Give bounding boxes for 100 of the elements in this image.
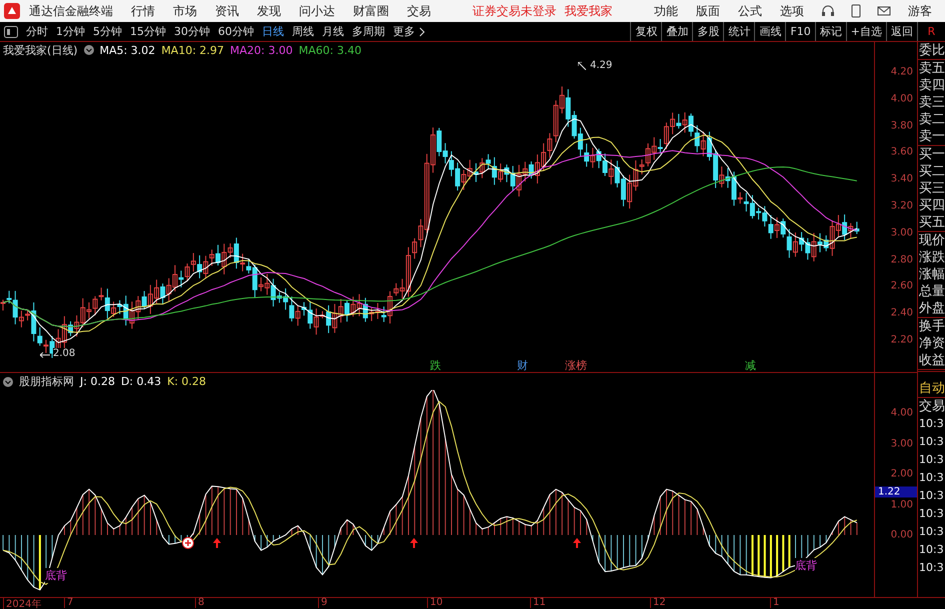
period-tab[interactable]: 周线 [288, 24, 318, 39]
quote-field-label: 买五 [918, 214, 945, 231]
quote-field-label: 总量 [918, 283, 945, 300]
date-axis-label: 2024年 [3, 597, 42, 609]
trade-time: 10:3 [918, 506, 945, 522]
menu-item[interactable]: 版面 [687, 2, 729, 20]
ma-value: MA5: 3.02 [100, 44, 156, 56]
period-tab[interactable]: 30分钟 [170, 24, 214, 39]
signal-label: 减 [745, 358, 756, 373]
logo-icon [4, 3, 20, 19]
period-tab[interactable]: 5分钟 [89, 24, 126, 39]
indicator-name: 股朋指标网 [19, 374, 74, 389]
menu-item[interactable]: 资讯 [206, 2, 248, 20]
quote-field-label: 卖一 [918, 128, 945, 145]
dropdown-icon[interactable] [84, 45, 94, 55]
toolbar-button[interactable]: +自选 [846, 22, 886, 41]
ma-value: MA20: 3.00 [230, 44, 293, 56]
period-tab[interactable]: 1分钟 [52, 24, 89, 39]
menu-item[interactable]: 交易 [398, 2, 440, 20]
quote-field-label: 买三 [918, 180, 945, 197]
axis-label: 3.80 [890, 120, 913, 132]
more-tab[interactable]: 更多 [389, 24, 419, 39]
cursor-value-label: 1.22 [875, 486, 917, 498]
ma-value: MA10: 2.97 [161, 44, 224, 56]
axis-label: 2.40 [890, 308, 913, 319]
phone-icon[interactable] [851, 4, 861, 18]
trade-time: 10:3 [918, 416, 945, 432]
login-status-link[interactable]: 证券交易未登录 [468, 2, 560, 20]
quote-field-label: 卖二 [918, 111, 945, 128]
period-tab[interactable]: 月线 [318, 24, 348, 39]
date-axis-label: 8 [195, 597, 204, 608]
indicator-value: D: 0.43 [120, 375, 162, 388]
mail-icon[interactable] [877, 5, 891, 17]
quote-field-label: 卖四 [918, 77, 945, 94]
axis-label: 3.40 [890, 174, 913, 185]
period-tab[interactable]: 60分钟 [214, 24, 258, 39]
menu-item[interactable]: 公式 [729, 2, 771, 20]
toolbar-button[interactable]: 标记 [814, 22, 846, 41]
user-label[interactable]: 游客 [899, 2, 941, 20]
menu-item[interactable]: 财富圈 [344, 2, 398, 20]
toolbar-button[interactable]: 叠加 [661, 22, 692, 41]
low-price-label: 2.08 [53, 348, 76, 359]
account-link[interactable]: 我爱我家 [560, 2, 616, 20]
indicator-value: J: 0.28 [80, 375, 115, 388]
quote-field-label: 涨幅 [918, 266, 945, 283]
period-tab[interactable]: 多周期 [348, 24, 389, 39]
high-price-label: 4.29 [590, 60, 612, 71]
quote-field-label: 收益 [918, 352, 945, 369]
corner-button[interactable]: R [917, 22, 945, 41]
toolbar-button[interactable]: 统计 [723, 22, 754, 41]
toolbar-button[interactable]: 多股 [692, 22, 724, 41]
menu-item[interactable]: 功能 [645, 2, 687, 20]
period-tab[interactable]: 分时 [22, 24, 52, 39]
panel-toggle-icon[interactable] [4, 26, 18, 38]
axis-label: 3.20 [890, 200, 913, 212]
quote-field-label: 买二 [918, 163, 945, 180]
toolbar-button[interactable]: 画线 [754, 22, 786, 41]
auto-label[interactable]: 自动 [918, 380, 945, 397]
period-tab[interactable]: 15分钟 [126, 24, 170, 39]
left-arrow-icon [40, 352, 50, 358]
signal-label: 涨榜 [565, 358, 587, 373]
indicator-value: K: 0.28 [167, 375, 206, 388]
menu-item[interactable]: 市场 [164, 2, 206, 20]
dropdown-icon[interactable] [3, 376, 13, 386]
trade-time: 10:3 [918, 542, 945, 558]
quote-field-label: 涨跌 [918, 249, 945, 266]
quote-field-label: 外盘 [918, 300, 945, 317]
quote-field-label: 换手 [918, 318, 945, 335]
plus-circle-icon [182, 537, 194, 549]
app-title: 通达信金融终端 [28, 2, 114, 20]
menu-item[interactable]: 选项 [771, 2, 813, 20]
quote-field-label: 卖五 [918, 60, 945, 77]
menu-item[interactable]: 行情 [122, 2, 164, 20]
date-axis-label: 10 [427, 597, 443, 608]
toolbar-button[interactable]: 返回 [886, 22, 917, 41]
diagonal-arrow-icon [578, 62, 586, 70]
date-axis-label: 7 [64, 597, 74, 608]
date-axis-label: 1 [770, 597, 780, 608]
menu-item[interactable]: 问小达 [290, 2, 344, 20]
quote-field-label: 卖三 [918, 94, 945, 111]
chevron-right-icon [419, 26, 425, 36]
headset-icon[interactable] [821, 4, 835, 18]
trade-label: 交易 [918, 398, 945, 415]
axis-label: 4.20 [890, 66, 913, 78]
quote-field-label: 买一 [918, 146, 945, 163]
signal-label: 跌 [430, 358, 441, 373]
up-arrow-icon [573, 538, 581, 548]
axis-label: 2.60 [890, 280, 913, 292]
axis-label: 2.20 [890, 334, 913, 346]
axis-label: 4.00 [890, 93, 913, 104]
axis-label: 2.80 [890, 254, 913, 266]
axis-label: 1.00 [890, 499, 913, 510]
toolbar-button[interactable]: F10 [785, 22, 815, 41]
date-axis-label: 9 [318, 597, 328, 608]
axis-label: 3.00 [890, 438, 913, 449]
period-tab[interactable]: 日线 [258, 24, 288, 39]
quote-field-label: 净资 [918, 335, 945, 352]
menu-item[interactable]: 发现 [248, 2, 290, 20]
toolbar-button[interactable]: 复权 [630, 22, 662, 41]
axis-label: 0.00 [890, 530, 913, 540]
